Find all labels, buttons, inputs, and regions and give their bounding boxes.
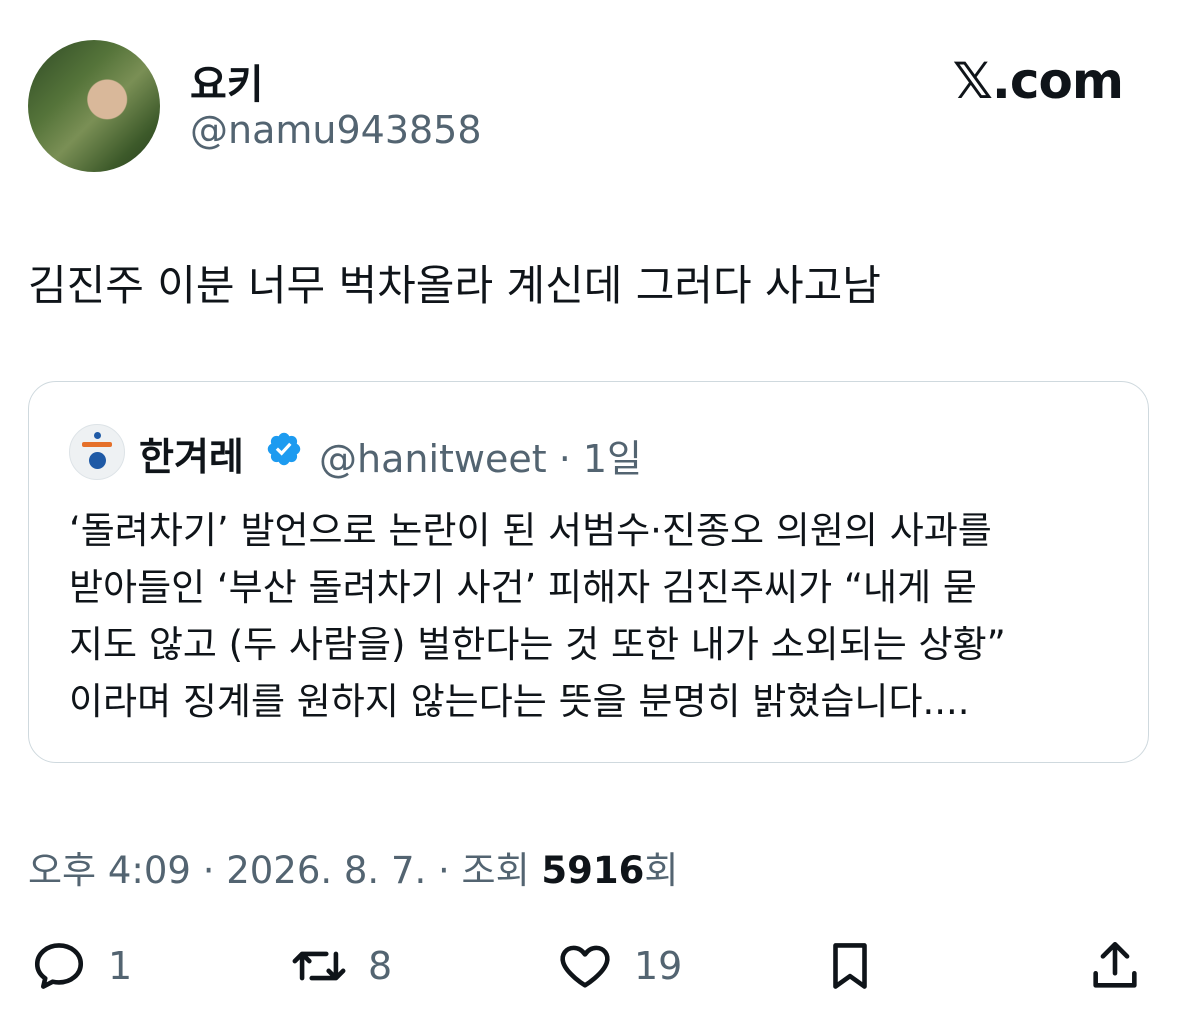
tweet-timestamp[interactable]: 오후 4:09 · 2026. 8. 7. · 조회 — [28, 849, 541, 892]
bookmark-button[interactable] — [821, 936, 879, 996]
tweet-text: 김진주 이분 너무 벅차올라 계신데 그러다 사고남 — [28, 261, 881, 310]
share-icon — [1093, 941, 1137, 988]
quoted-avatar-logo[interactable] — [69, 424, 125, 480]
retweet-icon — [292, 951, 346, 981]
share-button[interactable] — [1086, 936, 1144, 996]
bookmark-icon — [833, 943, 867, 989]
tweet-meta: 오후 4:09 · 2026. 8. 7. · 조회 5916회 — [28, 840, 678, 894]
reply-button[interactable]: 1 — [30, 936, 132, 996]
quoted-handle-time[interactable]: @hanitweet · 1일 — [319, 428, 642, 483]
author-display-name[interactable]: 요키 — [190, 52, 264, 110]
x-brand-logo: 𝕏.com — [952, 52, 1124, 110]
quoted-text-line: 지도 않고 (두 사람을) 벌한다는 것 또한 내가 소외되는 상황” — [69, 623, 1006, 666]
author-handle[interactable]: @namu943858 — [190, 108, 482, 152]
like-count: 19 — [634, 944, 683, 988]
reply-count: 1 — [108, 944, 133, 988]
retweet-button[interactable]: 8 — [290, 936, 392, 996]
quoted-display-name[interactable]: 한겨레 — [139, 426, 244, 481]
reply-icon — [34, 943, 84, 989]
heart-icon — [560, 945, 610, 988]
view-count-suffix: 회 — [644, 849, 679, 892]
author-avatar[interactable] — [28, 40, 160, 172]
retweet-count: 8 — [368, 944, 393, 988]
verified-badge-icon — [267, 432, 301, 466]
quoted-text-line: 이라며 징계를 원하지 않는다는 뜻을 분명히 밝혔습니다.... — [69, 680, 970, 723]
view-count: 5916 — [541, 849, 645, 892]
quoted-tweet-text: ‘돌려차기’ 발언으로 논란이 된 서범수·진종오 의원의 사과를 받아들인 ‘… — [69, 502, 1006, 730]
quoted-text-line: 받아들인 ‘부산 돌려차기 사건’ 피해자 김진주씨가 “내게 묻 — [69, 566, 977, 609]
quoted-text-line: ‘돌려차기’ 발언으로 논란이 된 서범수·진종오 의원의 사과를 — [69, 509, 992, 552]
like-button[interactable]: 19 — [556, 936, 682, 996]
quoted-tweet-card[interactable]: 한겨레 @hanitweet · 1일 ‘돌려차기’ 발언으로 논란이 된 서범… — [28, 381, 1149, 763]
